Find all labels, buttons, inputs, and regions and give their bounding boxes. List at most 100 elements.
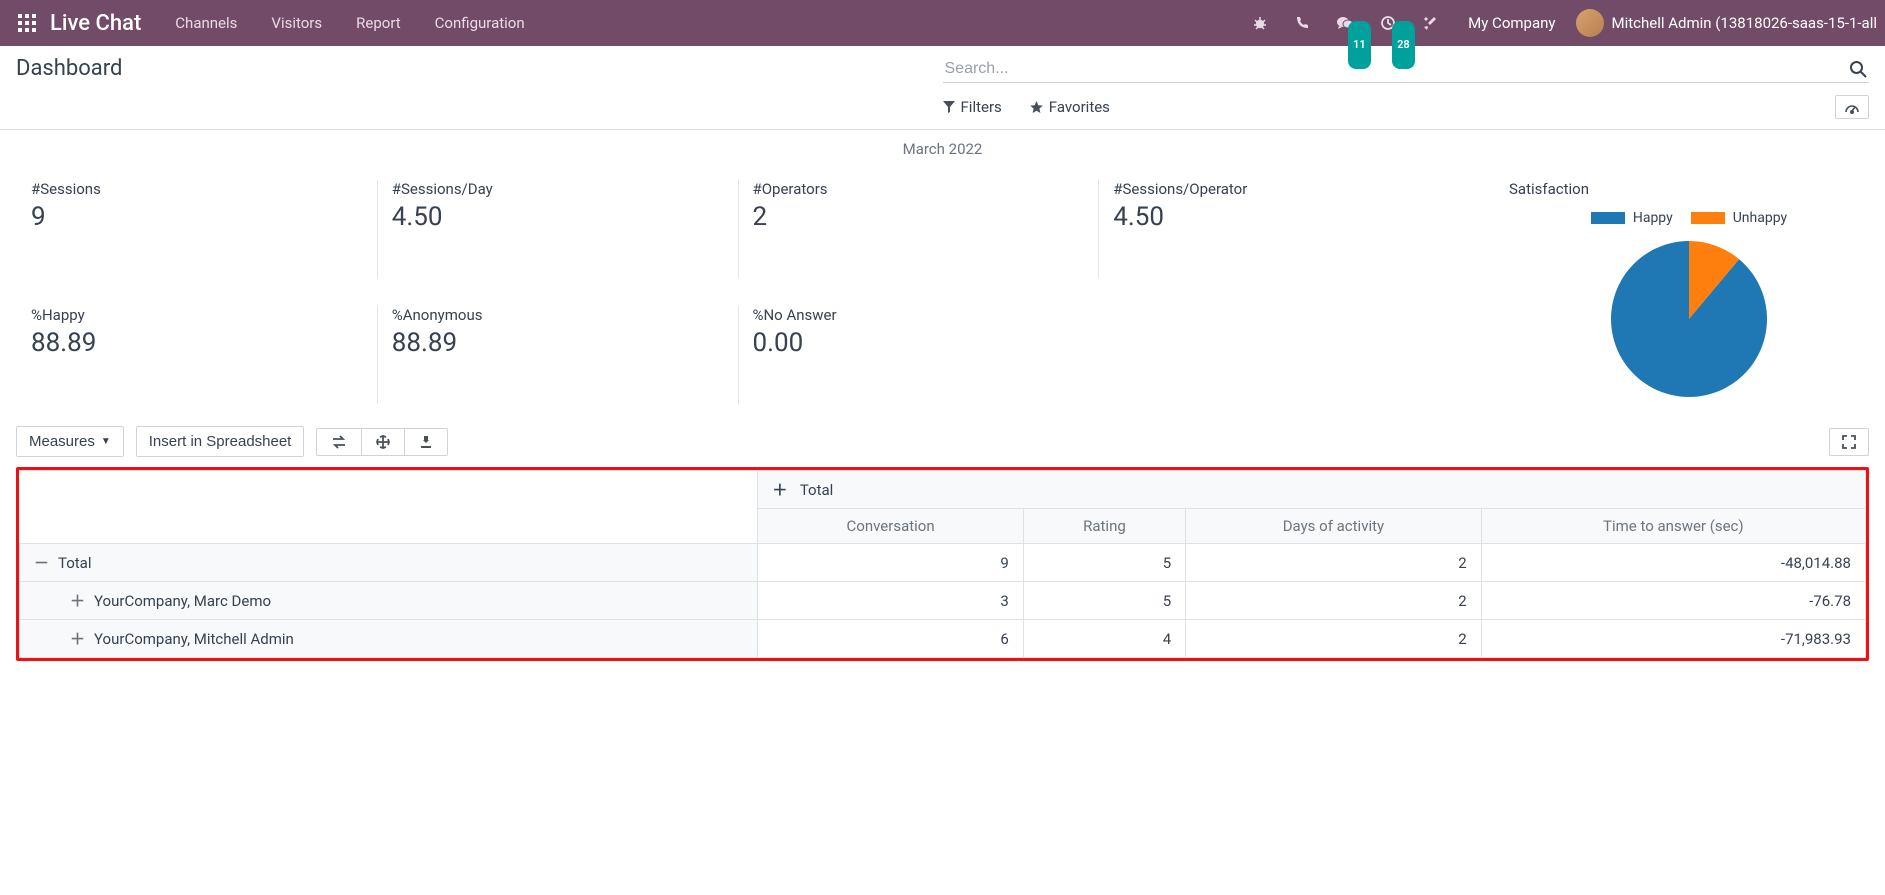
- pivot-cell: 2: [1186, 544, 1482, 582]
- control-panel: Dashboard Filters Favorites: [0, 46, 1885, 130]
- pivot-cell: 2: [1186, 582, 1482, 620]
- menu-visitors[interactable]: Visitors: [255, 0, 338, 46]
- search-icon[interactable]: [1841, 60, 1867, 78]
- legend-label: Happy: [1633, 210, 1673, 226]
- measures-button[interactable]: Measures ▼: [16, 426, 124, 457]
- messages-badge: 11: [1348, 21, 1371, 69]
- table-row: ＋ YourCompany, Marc Demo 352-76.78: [20, 582, 1866, 620]
- page-title: Dashboard: [16, 56, 943, 81]
- pivot-row-header[interactable]: － Total: [20, 544, 758, 582]
- pivot-col-header[interactable]: Conversation: [758, 509, 1023, 544]
- legend-swatch: [1591, 212, 1625, 224]
- pivot-cell: -76.78: [1481, 582, 1865, 620]
- dashboard-view-button[interactable]: [1835, 95, 1869, 119]
- card-value: 88.89: [392, 328, 716, 358]
- phone-icon[interactable]: [1284, 15, 1320, 31]
- bug-icon[interactable]: [1242, 15, 1278, 31]
- flip-axis-button[interactable]: [316, 428, 362, 456]
- plus-icon: ＋: [70, 590, 84, 611]
- table-row: －Total952-48,014.88: [20, 544, 1866, 582]
- navbar: Live Chat Channels Visitors Report Confi…: [0, 0, 1885, 46]
- card-label: #Sessions/Day: [392, 180, 716, 198]
- fullscreen-button[interactable]: [1829, 428, 1869, 456]
- filters-button[interactable]: Filters: [943, 98, 1002, 116]
- favorites-button[interactable]: Favorites: [1030, 98, 1110, 116]
- pivot-row-label: YourCompany, Marc Demo: [94, 592, 271, 610]
- legend-item-happy[interactable]: Happy: [1591, 210, 1673, 226]
- card-label: %Anonymous: [392, 306, 716, 324]
- card-label: %No Answer: [753, 306, 1077, 324]
- user-menu[interactable]: Mitchell Admin (13818026-saas-15-1-all: [1576, 9, 1878, 37]
- star-icon: [1030, 101, 1043, 114]
- card-value: 2: [753, 202, 1077, 232]
- apps-icon[interactable]: [8, 14, 46, 32]
- pivot-corner: [20, 471, 758, 544]
- card-value: 4.50: [392, 202, 716, 232]
- company-selector[interactable]: My Company: [1454, 14, 1569, 32]
- activities-icon[interactable]: 28: [1370, 15, 1406, 31]
- pivot-col-group-label: Total: [800, 481, 834, 499]
- tools-icon[interactable]: [1412, 15, 1448, 31]
- avatar: [1576, 9, 1604, 37]
- metric-cards: #Sessions 9 #Sessions/Day 4.50 #Operator…: [16, 180, 1491, 404]
- pivot-cell: 5: [1023, 544, 1185, 582]
- messages-icon[interactable]: 11: [1326, 15, 1364, 31]
- card-sessions-per-operator: #Sessions/Operator 4.50: [1098, 180, 1451, 278]
- pivot-cell: 2: [1186, 620, 1482, 658]
- filters-label: Filters: [961, 98, 1002, 116]
- pivot-table: ＋ Total Conversation Rating Days of acti…: [19, 470, 1866, 658]
- pivot-actions: [316, 428, 448, 456]
- chart-legend: Happy Unhappy: [1509, 210, 1869, 226]
- plus-icon: ＋: [70, 628, 84, 649]
- card-label: #Operators: [753, 180, 1077, 198]
- satisfaction-pie-chart: [1604, 234, 1774, 404]
- card-pct-happy: %Happy 88.89: [16, 306, 369, 404]
- pie-slice-happy[interactable]: [1611, 241, 1767, 397]
- menu-report[interactable]: Report: [340, 0, 417, 46]
- favorites-label: Favorites: [1049, 98, 1110, 116]
- pivot-col-header[interactable]: Rating: [1023, 509, 1185, 544]
- pivot-cell: 4: [1023, 620, 1185, 658]
- filter-icon: [943, 101, 955, 113]
- card-value: 88.89: [31, 328, 355, 358]
- legend-swatch: [1691, 212, 1725, 224]
- pivot-col-header[interactable]: Time to answer (sec): [1481, 509, 1865, 544]
- menu-configuration[interactable]: Configuration: [419, 0, 541, 46]
- main-menu: Channels Visitors Report Configuration: [159, 0, 540, 46]
- download-button[interactable]: [404, 428, 448, 456]
- pivot-row-header[interactable]: ＋ YourCompany, Mitchell Admin: [20, 620, 758, 658]
- table-row: ＋YourCompany, Mitchell Admin642-71,983.9…: [20, 620, 1866, 658]
- legend-item-unhappy[interactable]: Unhappy: [1691, 210, 1787, 226]
- insert-spreadsheet-button[interactable]: Insert in Spreadsheet: [136, 426, 305, 457]
- pivot-row-label: Total: [58, 554, 92, 572]
- period-label: March 2022: [0, 130, 1885, 162]
- pivot-col-group[interactable]: ＋ Total: [758, 471, 1866, 509]
- plus-icon: ＋: [772, 479, 786, 500]
- satisfaction-title: Satisfaction: [1509, 180, 1869, 198]
- app-brand[interactable]: Live Chat: [46, 11, 159, 36]
- pivot-table-container: ＋ Total Conversation Rating Days of acti…: [16, 467, 1869, 661]
- card-label: %Happy: [31, 306, 355, 324]
- pivot-col-header[interactable]: Days of activity: [1186, 509, 1482, 544]
- card-value: 4.50: [1113, 202, 1437, 232]
- pivot-row-label: YourCompany, Mitchell Admin: [94, 630, 294, 648]
- metrics: #Sessions 9 #Sessions/Day 4.50 #Operator…: [0, 162, 1885, 412]
- minus-icon: －: [34, 552, 48, 573]
- caret-down-icon: ▼: [101, 436, 111, 447]
- legend-label: Unhappy: [1733, 210, 1787, 226]
- pivot-cell: 3: [758, 582, 1023, 620]
- menu-channels[interactable]: Channels: [159, 0, 253, 46]
- pivot-row-header[interactable]: ＋ YourCompany, Marc Demo: [20, 582, 758, 620]
- satisfaction-panel: Satisfaction Happy Unhappy: [1499, 180, 1869, 404]
- expand-all-button[interactable]: [361, 428, 405, 456]
- card-label: #Sessions/Operator: [1113, 180, 1437, 198]
- pivot-cell: 5: [1023, 582, 1185, 620]
- card-value: 0.00: [753, 328, 1077, 358]
- card-sessions: #Sessions 9: [16, 180, 369, 278]
- pivot-cell: 6: [758, 620, 1023, 658]
- card-label: #Sessions: [31, 180, 355, 198]
- card-value: 9: [31, 202, 355, 232]
- pivot-cell: -48,014.88: [1481, 544, 1865, 582]
- card-operators: #Operators 2: [738, 180, 1091, 278]
- card-sessions-per-day: #Sessions/Day 4.50: [377, 180, 730, 278]
